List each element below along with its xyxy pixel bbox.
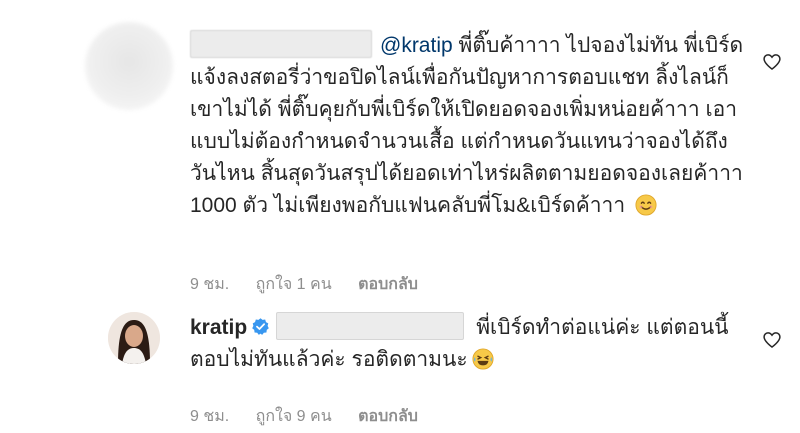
- reply-text: kratip พี่เบิร์ดทำต่อแน่ค่ะ แต่ตอนนี้ตอบ…: [190, 312, 750, 376]
- blurred-username[interactable]: [190, 30, 372, 58]
- reply-meta: 9 ชม. ถูกใจ 9 คน ตอบกลับ: [190, 404, 440, 429]
- verified-badge-icon: [252, 318, 269, 335]
- like-heart-icon[interactable]: [762, 52, 782, 72]
- reply-button[interactable]: ตอบกลับ: [358, 276, 418, 293]
- profile-photo-icon: [108, 312, 160, 364]
- comment-text: @kratip พี่ติ๊บค้าาาา ไปจองไม่ทัน พี่เบิ…: [190, 30, 750, 222]
- mention-link[interactable]: @kratip: [380, 34, 453, 57]
- comment-meta: 9 ชม. ถูกใจ 1 คน ตอบกลับ: [190, 272, 440, 297]
- avatar[interactable]: [108, 312, 160, 364]
- smiling-face-icon: [635, 194, 657, 216]
- comment-time: 9 ชม.: [190, 276, 230, 293]
- comment-item: @kratip พี่ติ๊บค้าาาา ไปจองไม่ทัน พี่เบิ…: [0, 0, 800, 300]
- like-count[interactable]: ถูกใจ 9 คน: [256, 408, 332, 425]
- username-link[interactable]: kratip: [190, 316, 247, 339]
- blurred-avatar[interactable]: [85, 22, 173, 110]
- like-heart-icon[interactable]: [762, 330, 782, 350]
- comment-body: พี่ติ๊บค้าาาา ไปจองไม่ทัน พี่เบิร์ดแจ้งล…: [190, 34, 744, 217]
- reply-button[interactable]: ตอบกลับ: [358, 408, 418, 425]
- reply-item: kratip พี่เบิร์ดทำต่อแน่ค่ะ แต่ตอนนี้ตอบ…: [0, 300, 800, 433]
- reply-time: 9 ชม.: [190, 408, 230, 425]
- like-count[interactable]: ถูกใจ 1 คน: [256, 276, 332, 293]
- laughing-tears-icon: [472, 348, 494, 370]
- blurred-mention[interactable]: [276, 312, 465, 340]
